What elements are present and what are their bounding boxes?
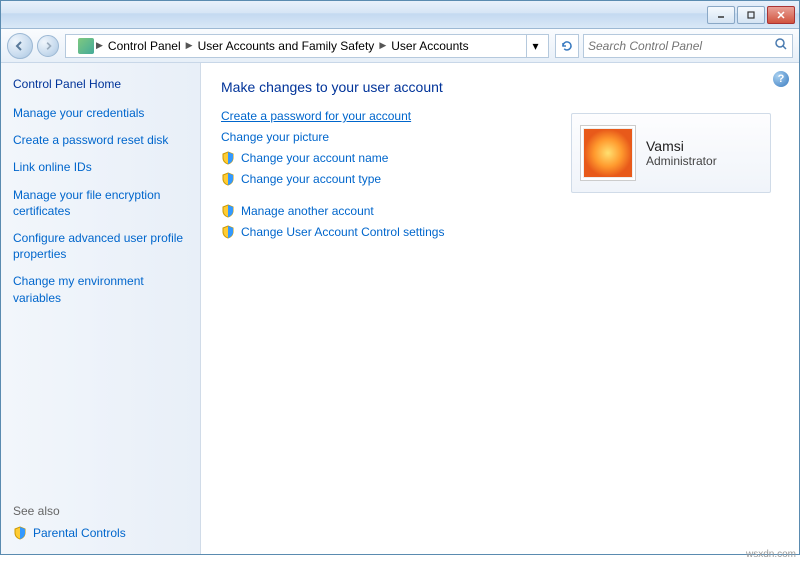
search-box[interactable] bbox=[583, 34, 793, 58]
forward-button[interactable] bbox=[37, 35, 59, 57]
sidebar-link[interactable]: Link online IDs bbox=[13, 159, 188, 175]
parental-controls-link[interactable]: Parental Controls bbox=[13, 526, 188, 540]
address-dropdown[interactable]: ▾ bbox=[526, 35, 544, 57]
sidebar-link[interactable]: Create a password reset disk bbox=[13, 132, 188, 148]
manage-another-link[interactable]: Manage another account bbox=[221, 204, 779, 218]
see-also-heading: See also bbox=[13, 504, 188, 518]
parental-controls-label: Parental Controls bbox=[33, 526, 126, 540]
sidebar-link[interactable]: Configure advanced user profile properti… bbox=[13, 230, 188, 262]
close-button[interactable] bbox=[767, 6, 795, 24]
refresh-button[interactable] bbox=[555, 34, 579, 58]
chevron-right-icon[interactable]: ▶ bbox=[184, 40, 195, 51]
search-icon[interactable] bbox=[774, 37, 788, 54]
chevron-right-icon[interactable]: ▶ bbox=[377, 40, 388, 51]
content-area: ? Make changes to your user account Crea… bbox=[201, 63, 799, 554]
minimize-button[interactable] bbox=[707, 6, 735, 24]
shield-icon bbox=[13, 526, 27, 540]
address-bar[interactable]: ▶ Control Panel ▶ User Accounts and Fami… bbox=[65, 34, 549, 58]
chevron-right-icon[interactable]: ▶ bbox=[94, 40, 105, 51]
page-heading: Make changes to your user account bbox=[221, 79, 779, 95]
watermark: wsxdn.com bbox=[746, 549, 796, 560]
maximize-button[interactable] bbox=[737, 6, 765, 24]
uac-settings-link[interactable]: Change User Account Control settings bbox=[221, 225, 779, 239]
help-icon[interactable]: ? bbox=[773, 71, 789, 87]
titlebar bbox=[1, 1, 799, 29]
user-role: Administrator bbox=[646, 154, 717, 168]
body: Control Panel Home Manage your credentia… bbox=[1, 63, 799, 554]
control-panel-home-link[interactable]: Control Panel Home bbox=[13, 77, 188, 91]
control-panel-icon bbox=[78, 38, 94, 54]
search-input[interactable] bbox=[588, 39, 774, 53]
shield-icon bbox=[221, 172, 235, 186]
navbar: ▶ Control Panel ▶ User Accounts and Fami… bbox=[1, 29, 799, 63]
user-name: Vamsi bbox=[646, 138, 717, 154]
breadcrumb-item[interactable]: User Accounts bbox=[388, 39, 471, 53]
back-button[interactable] bbox=[7, 33, 33, 59]
user-avatar[interactable] bbox=[580, 125, 636, 181]
breadcrumb-item[interactable]: User Accounts and Family Safety bbox=[195, 39, 378, 53]
sidebar: Control Panel Home Manage your credentia… bbox=[1, 63, 201, 554]
sidebar-link[interactable]: Manage your file encryption certificates bbox=[13, 187, 188, 219]
breadcrumb-item[interactable]: Control Panel bbox=[105, 39, 184, 53]
control-panel-window: ▶ Control Panel ▶ User Accounts and Fami… bbox=[0, 0, 800, 555]
secondary-actions: Manage another account Change User Accou… bbox=[221, 204, 779, 239]
shield-icon bbox=[221, 151, 235, 165]
sidebar-link[interactable]: Manage your credentials bbox=[13, 105, 188, 121]
shield-icon bbox=[221, 225, 235, 239]
user-card: Vamsi Administrator bbox=[571, 113, 771, 193]
shield-icon bbox=[221, 204, 235, 218]
flower-icon bbox=[583, 128, 633, 178]
sidebar-link[interactable]: Change my environment variables bbox=[13, 273, 188, 305]
